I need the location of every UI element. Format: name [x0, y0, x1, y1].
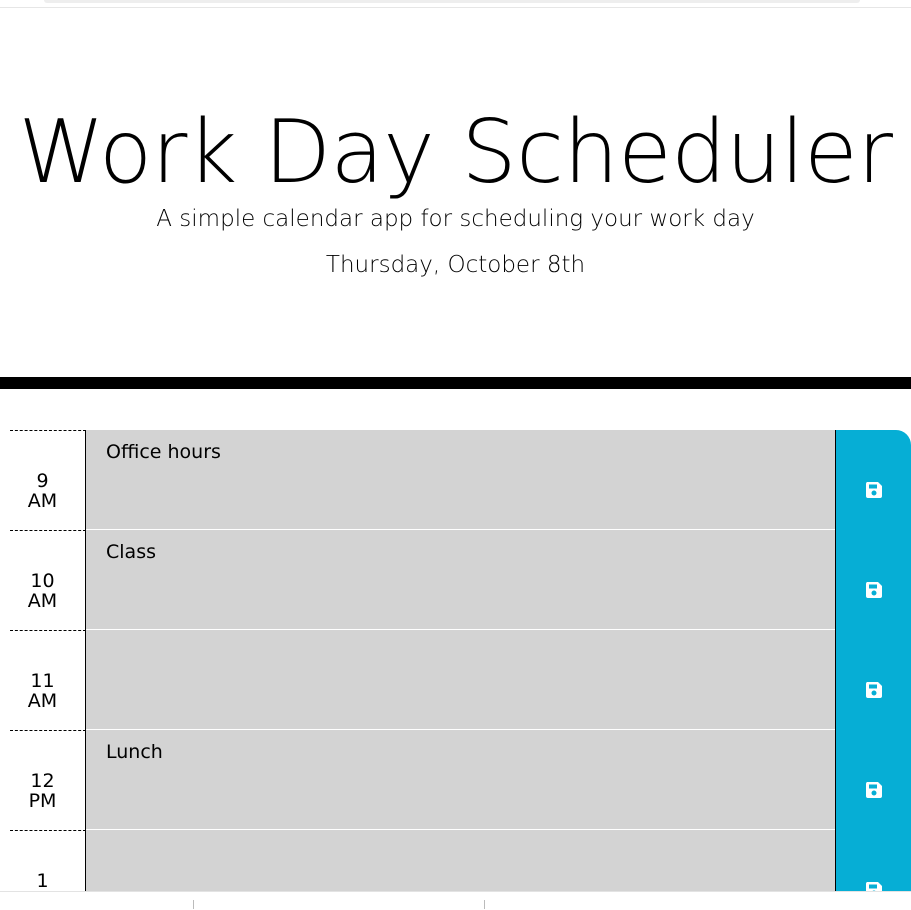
- save-icon: [865, 882, 882, 891]
- hour-label: 12 PM: [10, 730, 86, 830]
- bottom-bar-tick: [193, 900, 194, 909]
- hour-number: 10: [30, 570, 55, 592]
- bottom-bar-tick: [484, 900, 485, 909]
- top-bar-edge: [44, 0, 860, 3]
- time-block-11am: 11 AM: [0, 630, 911, 730]
- hour-label: 11 AM: [10, 630, 86, 730]
- page-title: Work Day Scheduler: [18, 101, 893, 203]
- current-day: Thursday, October 8th: [325, 252, 586, 278]
- save-button[interactable]: [835, 630, 911, 730]
- event-description[interactable]: Class: [86, 530, 835, 630]
- save-icon: [865, 482, 882, 498]
- event-description[interactable]: Office hours: [86, 430, 835, 530]
- time-block-9am: 9 AM Office hours: [0, 430, 911, 530]
- save-icon: [865, 682, 882, 698]
- time-block-12pm: 12 PM Lunch: [0, 730, 911, 830]
- browser-top-bar: [0, 0, 911, 8]
- event-description[interactable]: [86, 830, 835, 891]
- hour-label: 10 AM: [10, 530, 86, 630]
- time-block-10am: 10 AM Class: [0, 530, 911, 630]
- hour-label: 9 AM: [10, 430, 86, 530]
- header-divider: [0, 377, 911, 389]
- hour-meridiem: AM: [27, 690, 58, 712]
- hour-meridiem: AM: [27, 590, 58, 612]
- event-description[interactable]: Lunch: [86, 730, 835, 830]
- save-icon: [865, 782, 882, 798]
- browser-bottom-bar: [0, 891, 911, 910]
- save-button[interactable]: [835, 730, 911, 830]
- hour-number: 12: [30, 770, 55, 792]
- save-button[interactable]: [835, 830, 911, 891]
- hour-number: 9: [36, 470, 49, 492]
- save-button[interactable]: [835, 530, 911, 630]
- time-block-1pm: 1 PM: [0, 830, 911, 891]
- save-button[interactable]: [835, 430, 911, 530]
- hour-label: 1 PM: [10, 830, 86, 891]
- time-block-list: 9 AM Office hours 10 AM Class 11 AM 12 P…: [0, 430, 911, 891]
- hour-number: 11: [30, 670, 55, 692]
- hour-meridiem: AM: [27, 490, 58, 512]
- event-description[interactable]: [86, 630, 835, 730]
- hour-meridiem: PM: [28, 790, 57, 812]
- save-icon: [865, 582, 882, 598]
- hour-number: 1: [36, 870, 49, 891]
- page-lead: A simple calendar app for scheduling you…: [156, 206, 755, 232]
- jumbotron-header: Work Day Scheduler A simple calendar app…: [0, 8, 911, 378]
